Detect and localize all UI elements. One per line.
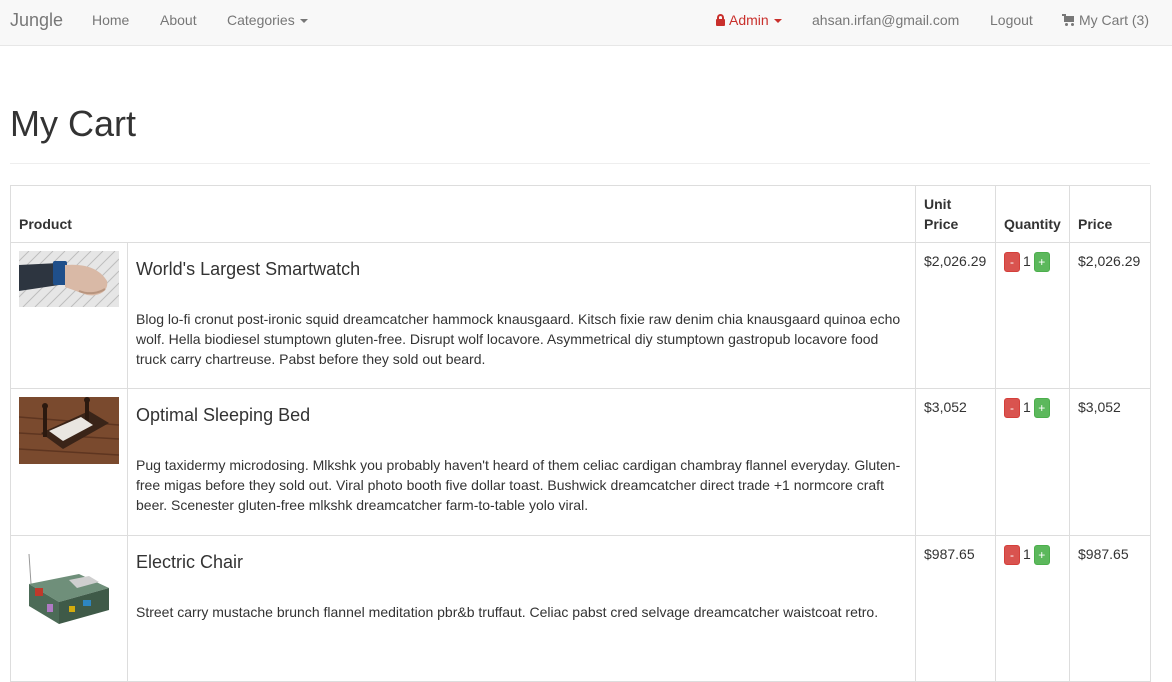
quantity-value: 1	[1023, 399, 1031, 415]
nav-cart-label: My Cart (3)	[1079, 12, 1149, 28]
product-name[interactable]: Optimal Sleeping Bed	[136, 404, 907, 426]
nav-logout[interactable]: Logout	[990, 11, 1033, 29]
electric-chair-image	[19, 544, 119, 630]
table-row: World's Largest Smartwatch Blog lo-fi cr…	[10, 242, 1152, 389]
product-thumbnail-cell	[10, 388, 128, 536]
product-info-cell: Electric Chair Street carry mustache bru…	[126, 535, 917, 682]
increase-quantity-button[interactable]: +	[1033, 398, 1050, 418]
table-row: Electric Chair Street carry mustache bru…	[10, 535, 1152, 682]
increase-quantity-button[interactable]: +	[1033, 545, 1050, 565]
nav-cart[interactable]: My Cart (3)	[1062, 11, 1149, 29]
product-info-cell: Optimal Sleeping Bed Pug taxidermy micro…	[126, 388, 917, 536]
quantity-cell: -1 +	[995, 388, 1071, 536]
product-name[interactable]: Electric Chair	[136, 551, 907, 573]
nav-admin-label: Admin	[729, 12, 769, 28]
quantity-cell: -1 +	[995, 242, 1071, 389]
brand-link[interactable]: Jungle	[10, 9, 63, 31]
nav-user-email[interactable]: ahsan.irfan@gmail.com	[812, 11, 959, 29]
caret-down-icon	[773, 19, 782, 24]
product-info-cell: World's Largest Smartwatch Blog lo-fi cr…	[126, 242, 917, 389]
product-description: Blog lo-fi cronut post-ironic squid drea…	[136, 311, 901, 367]
title-divider	[10, 163, 1150, 164]
product-name[interactable]: World's Largest Smartwatch	[136, 258, 907, 280]
table-header-row: Product Unit Price Quantity Price	[9, 185, 1152, 243]
increase-quantity-button[interactable]: +	[1033, 252, 1050, 272]
shopping-cart-icon	[1062, 14, 1075, 26]
nav-about[interactable]: About	[160, 11, 197, 29]
product-thumbnail-cell	[10, 535, 128, 682]
product-thumbnail-cell	[10, 242, 128, 389]
price-cell: $2,026.29	[1069, 242, 1152, 389]
decrease-quantity-button[interactable]: -	[1004, 252, 1021, 272]
header-quantity: Quantity	[995, 185, 1071, 243]
decrease-quantity-button[interactable]: -	[1004, 545, 1021, 565]
decrease-quantity-button[interactable]: -	[1004, 398, 1021, 418]
table-row: Optimal Sleeping Bed Pug taxidermy micro…	[10, 388, 1152, 536]
product-description: Street carry mustache brunch flannel med…	[136, 604, 879, 620]
nav-home[interactable]: Home	[92, 11, 129, 29]
price-cell: $987.65	[1069, 535, 1152, 682]
quantity-value: 1	[1023, 253, 1031, 269]
unit-price-cell: $3,052	[915, 388, 997, 536]
unit-price-cell: $2,026.29	[915, 242, 997, 389]
header-product: Product	[9, 185, 917, 243]
header-unit-price: Unit Price	[915, 185, 997, 243]
nav-categories-label: Categories	[227, 12, 295, 28]
page-title: My Cart	[10, 103, 136, 144]
header-price: Price	[1069, 185, 1152, 243]
smartwatch-image	[19, 251, 119, 307]
quantity-value: 1	[1023, 546, 1031, 562]
nav-categories[interactable]: Categories	[227, 11, 308, 29]
navbar: Jungle Home About Categories Admin ahsan…	[0, 0, 1172, 46]
unit-price-cell: $987.65	[915, 535, 997, 682]
cart-table: Product Unit Price Quantity Price World'…	[9, 185, 1152, 682]
bed-image	[19, 397, 119, 464]
product-description: Pug taxidermy microdosing. Mlkshk you pr…	[136, 457, 901, 513]
quantity-cell: -1 +	[995, 535, 1071, 682]
nav-admin[interactable]: Admin	[716, 11, 782, 29]
price-cell: $3,052	[1069, 388, 1152, 536]
lock-icon	[716, 14, 725, 26]
caret-down-icon	[299, 19, 308, 24]
